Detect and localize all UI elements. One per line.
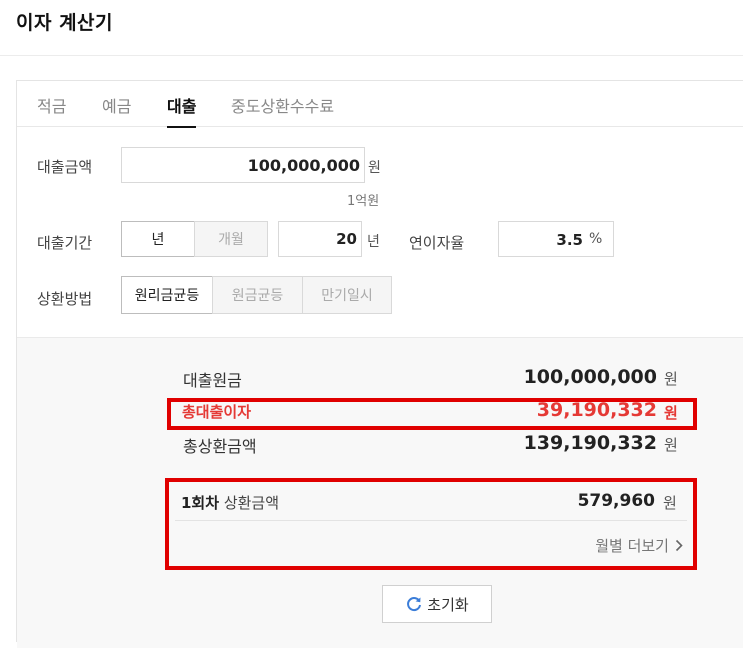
calculator-card: 적금 예금 대출 중도상환수수료 대출금액 원 1억원 대출기간 년 개월 년 … xyxy=(16,80,743,648)
method-equal-installment[interactable]: 원리금균등 xyxy=(121,276,213,314)
rate-field: % xyxy=(498,221,614,258)
reset-label: 초기화 xyxy=(427,595,469,614)
tab-loan[interactable]: 대출 xyxy=(167,93,197,128)
tab-bar: 적금 예금 대출 중도상환수수료 xyxy=(17,81,743,128)
principal-label: 대출원금 xyxy=(183,371,242,390)
total-interest-value: 39,190,332 xyxy=(536,399,657,421)
reset-button[interactable]: 초기화 xyxy=(382,585,492,623)
rate-input[interactable] xyxy=(499,222,585,258)
method-bullet[interactable]: 만기일시 xyxy=(302,276,392,314)
total-repayment-value: 139,190,332 xyxy=(523,432,657,454)
loan-amount-input[interactable] xyxy=(121,147,365,183)
rate-unit: % xyxy=(589,231,603,247)
period-unit-year[interactable]: 년 xyxy=(121,221,195,257)
tab-deposit[interactable]: 예금 xyxy=(102,93,131,128)
principal-value: 100,000,000 xyxy=(523,366,657,388)
installment-highlight-box xyxy=(165,478,697,570)
principal-unit: 원 xyxy=(664,370,678,388)
amount-label: 대출금액 xyxy=(37,158,93,176)
total-repayment-unit: 원 xyxy=(664,436,678,454)
period-label: 대출기간 xyxy=(37,234,93,252)
rate-label: 연이자율 xyxy=(409,234,465,252)
period-input[interactable] xyxy=(278,221,362,257)
method-equal-principal[interactable]: 원금균등 xyxy=(212,276,303,314)
page-title: 이자 계산기 xyxy=(16,12,114,34)
tab-prepayment-fee[interactable]: 중도상환수수료 xyxy=(231,93,334,128)
amount-unit: 원 xyxy=(368,160,381,176)
tab-savings[interactable]: 적금 xyxy=(37,93,66,128)
result-panel: 대출원금 100,000,000 원 총대출이자 39,190,332 원 총상… xyxy=(17,337,743,648)
header-divider xyxy=(0,55,743,56)
period-unit: 년 xyxy=(367,234,380,250)
refresh-icon xyxy=(405,595,423,613)
amount-hint: 1억원 xyxy=(347,194,380,209)
period-unit-month[interactable]: 개월 xyxy=(194,221,268,257)
total-interest-unit: 원 xyxy=(664,404,678,422)
total-interest-label: 총대출이자 xyxy=(182,403,252,421)
total-repayment-label: 총상환금액 xyxy=(183,437,257,456)
method-label: 상환방법 xyxy=(37,290,93,308)
